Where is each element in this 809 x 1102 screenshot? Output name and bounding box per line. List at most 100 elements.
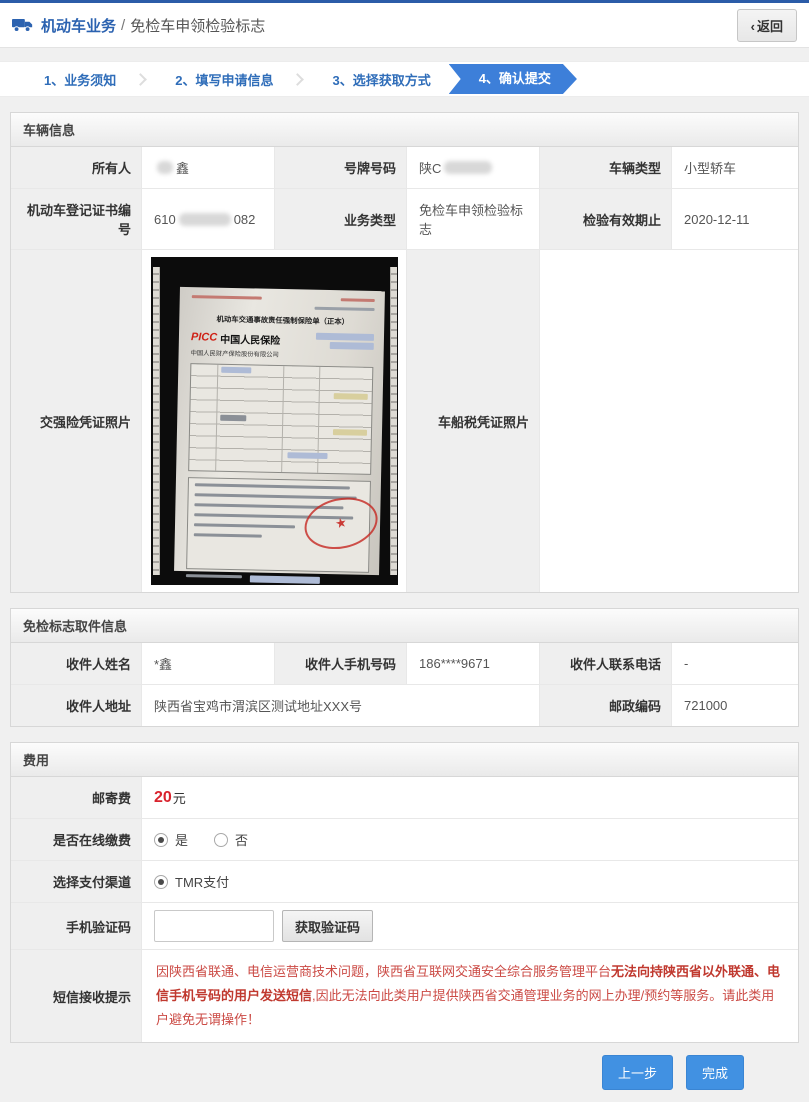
step-tabs: 1、业务须知 2、填写申请信息 3、选择获取方式 4、确认提交 bbox=[0, 61, 809, 97]
tab-step-4-confirm-active: 4、确认提交 bbox=[449, 64, 577, 94]
online-pay-label: 是否在线缴费 bbox=[11, 819, 141, 860]
recipient-name-value: *鑫 bbox=[141, 643, 274, 684]
registration-cert-value: 610 082 bbox=[141, 189, 274, 249]
radio-checked-icon[interactable] bbox=[154, 874, 168, 889]
insurance-document-paper: 机动车交通事故责任强制保险单（正本） PICC 中国人民保险 中国人民财产保险股… bbox=[173, 286, 385, 584]
breadcrumb-page-title: 免检车申领检验标志 bbox=[130, 17, 266, 35]
back-button-label: 返回 bbox=[756, 18, 783, 34]
photo-redaction bbox=[249, 575, 320, 584]
postcode-label: 邮政编码 bbox=[539, 685, 671, 726]
picc-logo: PICC bbox=[190, 331, 217, 344]
insurance-photo[interactable]: 机动车交通事故责任强制保险单（正本） PICC 中国人民保险 中国人民财产保险股… bbox=[150, 257, 398, 585]
tax-photo-empty-cell bbox=[539, 250, 798, 592]
online-pay-yes-label: 是 bbox=[175, 833, 189, 848]
pay-channel-tmr-option[interactable]: TMR支付 bbox=[154, 872, 229, 891]
pay-channel-label: 选择支付渠道 bbox=[11, 861, 141, 902]
photo-texture bbox=[214, 364, 218, 471]
photo-texture bbox=[193, 523, 295, 529]
recipient-phone-value: 186****9671 bbox=[406, 643, 539, 684]
photo-texture bbox=[280, 366, 284, 473]
picc-brand-cn: 中国人民保险 bbox=[219, 334, 280, 347]
postage-unit: 元 bbox=[172, 791, 186, 806]
recipient-phone-label: 收件人手机号码 bbox=[274, 643, 406, 684]
photo-texture bbox=[191, 295, 375, 302]
photo-texture bbox=[340, 298, 375, 302]
chevron-separator-icon bbox=[134, 72, 148, 86]
sms-notice-text: 因陕西省联通、电信运营商技术问题，陕西省互联网交通安全综合服务管理平台无法向持陕… bbox=[141, 950, 798, 1043]
photo-texture bbox=[193, 533, 261, 538]
photo-texture bbox=[219, 414, 246, 422]
photo-redaction bbox=[329, 342, 374, 350]
tax-photo-label: 车船税凭证照片 bbox=[406, 250, 539, 592]
pickup-info-section: 免检标志取件信息 收件人姓名 *鑫 收件人手机号码 186****9671 收件… bbox=[10, 608, 799, 727]
photo-texture bbox=[333, 393, 368, 400]
plate-label: 号牌号码 bbox=[274, 147, 406, 188]
photo-texture bbox=[185, 574, 242, 579]
valid-until-label: 检验有效期止 bbox=[539, 189, 671, 249]
insurance-photo-cell: 机动车交通事故责任强制保险单（正本） PICC 中国人民保险 中国人民财产保险股… bbox=[141, 250, 406, 592]
plate-value: 陕C bbox=[406, 147, 539, 188]
redaction-blur bbox=[444, 161, 493, 174]
photo-texture bbox=[152, 267, 160, 575]
vehicle-info-section: 车辆信息 所有人 鑫 号牌号码 陕C 车辆类型 小型轿车 机动车登记证书编号 6… bbox=[10, 112, 799, 593]
insurance-photo-label: 交强险凭证照片 bbox=[11, 250, 141, 592]
photo-redaction bbox=[315, 332, 374, 341]
page-header: 机动车业务 / 免检车申领检验标志 ‹ 返回 bbox=[0, 3, 809, 48]
radio-unchecked-icon[interactable] bbox=[214, 832, 229, 847]
chevron-separator-icon bbox=[291, 72, 305, 86]
redaction-blur bbox=[157, 161, 173, 174]
back-button[interactable]: ‹ 返回 bbox=[736, 8, 797, 42]
sms-code-input[interactable] bbox=[154, 910, 274, 942]
truck-icon bbox=[12, 19, 33, 32]
tab-step-1-notice[interactable]: 1、业务须知 bbox=[30, 70, 130, 89]
sms-notice-label: 短信接收提示 bbox=[11, 950, 141, 1043]
tab-step-2-fill-info[interactable]: 2、填写申请信息 bbox=[161, 70, 287, 89]
fees-section: 费用 邮寄费 20 元 是否在线缴费 是 否 选择支付渠道 TMR支付 手机验证… bbox=[10, 742, 799, 1044]
online-pay-no-option[interactable]: 否 bbox=[214, 830, 248, 849]
fees-title: 费用 bbox=[11, 743, 798, 777]
insurance-doc-title: 机动车交通事故责任强制保险单（正本） bbox=[216, 315, 349, 327]
recipient-name-label: 收件人姓名 bbox=[11, 643, 141, 684]
insurance-brand-row: PICC 中国人民保险 bbox=[190, 328, 374, 350]
breadcrumb-section: 机动车业务 bbox=[41, 17, 117, 35]
recipient-address-label: 收件人地址 bbox=[11, 685, 141, 726]
registration-cert-label: 机动车登记证书编号 bbox=[11, 189, 141, 249]
photo-texture bbox=[185, 574, 368, 585]
previous-step-button[interactable]: 上一步 bbox=[601, 1055, 673, 1091]
owner-label: 所有人 bbox=[11, 147, 141, 188]
finish-button[interactable]: 完成 bbox=[685, 1055, 744, 1091]
pickup-info-title: 免检标志取件信息 bbox=[11, 609, 798, 643]
radio-checked-icon[interactable] bbox=[154, 832, 168, 847]
photo-texture bbox=[332, 429, 367, 436]
recipient-address-value: 陕西省宝鸡市渭滨区测试地址XXX号 bbox=[141, 685, 539, 726]
vehicle-info-title: 车辆信息 bbox=[11, 113, 798, 147]
get-code-button[interactable]: 获取验证码 bbox=[282, 910, 374, 942]
business-type-label: 业务类型 bbox=[274, 189, 406, 249]
photo-redaction bbox=[286, 452, 328, 460]
postage-value: 20 元 bbox=[141, 777, 798, 818]
photo-texture bbox=[191, 295, 262, 300]
tab-step-3-delivery-method[interactable]: 3、选择获取方式 bbox=[318, 70, 444, 89]
insurance-company-name: 中国人民财产保险股份有限公司 bbox=[190, 350, 279, 359]
vehicle-type-label: 车辆类型 bbox=[539, 147, 671, 188]
sms-notice-part1: 因陕西省联通、电信运营商技术问题，陕西省互联网交通安全综合服务管理平台 bbox=[156, 964, 612, 979]
postage-amount: 20 bbox=[154, 788, 172, 806]
redaction-blur bbox=[178, 212, 231, 226]
online-pay-options: 是 否 bbox=[141, 819, 798, 860]
photo-texture bbox=[194, 483, 350, 490]
photo-texture bbox=[389, 267, 397, 575]
breadcrumb-separator: / bbox=[121, 16, 126, 34]
valid-until-value: 2020-12-11 bbox=[671, 189, 798, 249]
pay-channel-tmr-label: TMR支付 bbox=[175, 875, 230, 890]
vehicle-type-value: 小型轿车 bbox=[671, 147, 798, 188]
photo-redaction bbox=[220, 366, 251, 374]
back-chevron-icon: ‹ bbox=[750, 18, 755, 34]
online-pay-yes-option[interactable]: 是 bbox=[154, 830, 188, 849]
stamp-star: ★ bbox=[333, 514, 348, 532]
pay-channel-options: TMR支付 bbox=[141, 861, 798, 902]
owner-value: 鑫 bbox=[141, 147, 274, 188]
online-pay-no-label: 否 bbox=[235, 833, 249, 848]
footer-actions: 上一步 完成 bbox=[0, 1043, 809, 1102]
insurance-form-table bbox=[187, 363, 373, 475]
sms-code-label: 手机验证码 bbox=[11, 903, 141, 949]
